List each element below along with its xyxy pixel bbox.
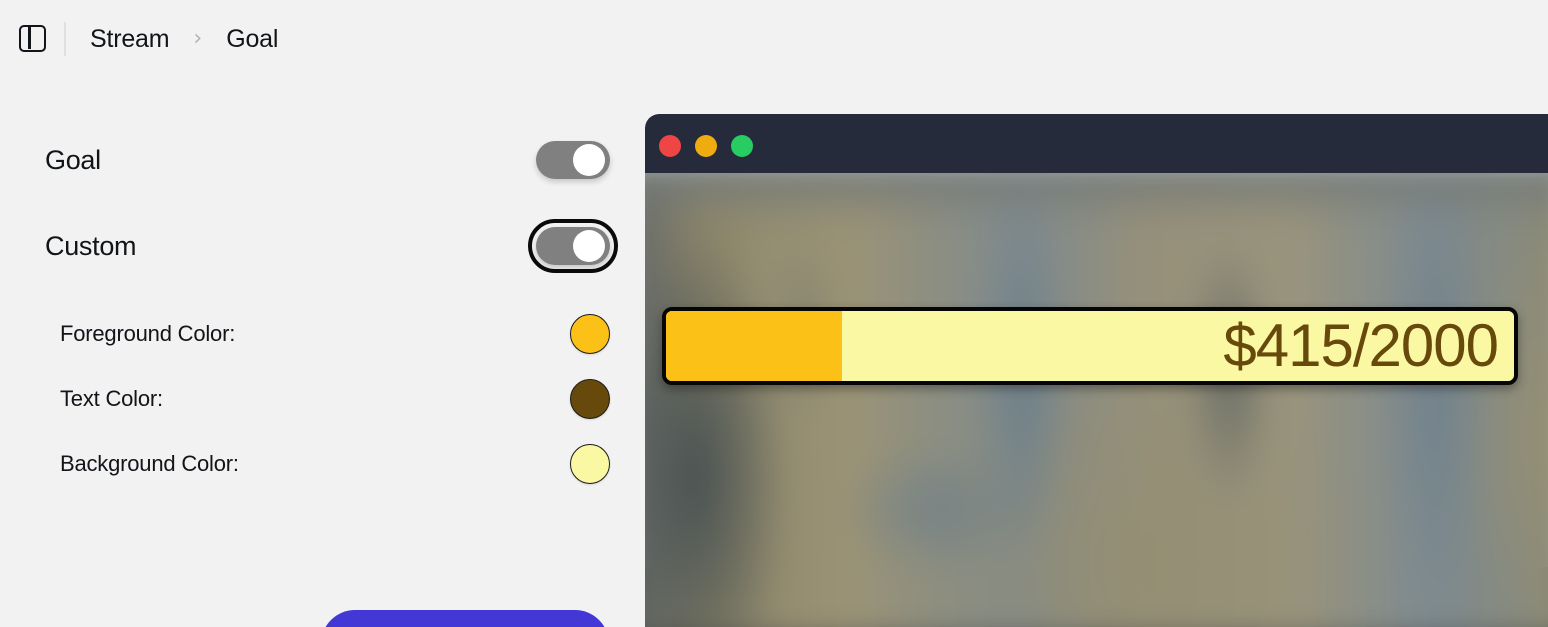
breadcrumb-item-goal[interactable]: Goal <box>226 22 278 56</box>
foreground-color-label: Foreground Color: <box>60 321 236 346</box>
breadcrumb: Stream › Goal <box>90 22 278 56</box>
sidebar-toggle-icon[interactable] <box>19 25 46 52</box>
background-color-label: Background Color: <box>60 451 239 476</box>
custom-label: Custom <box>45 230 137 261</box>
breadcrumb-item-stream[interactable]: Stream <box>90 22 170 56</box>
goal-progress-fill <box>666 311 842 381</box>
background-color-swatch[interactable] <box>570 444 610 484</box>
app-header: Stream › Goal <box>0 0 1548 80</box>
background-color-row: Background Color: <box>0 442 610 486</box>
text-color-row: Text Color: <box>0 377 610 421</box>
foreground-color-row: Foreground Color: <box>0 312 610 356</box>
preview-body: $415/2000 <box>645 173 1548 627</box>
foreground-color-swatch[interactable] <box>570 314 610 354</box>
minimize-window-icon[interactable] <box>695 135 717 157</box>
custom-setting-row: Custom <box>0 219 618 273</box>
goal-progress-label: $415/2000 <box>1223 312 1499 379</box>
custom-toggle-knob <box>573 230 605 262</box>
custom-toggle[interactable] <box>528 219 618 273</box>
goal-toggle[interactable] <box>536 141 610 179</box>
goal-label: Goal <box>45 144 101 175</box>
text-color-swatch[interactable] <box>570 379 610 419</box>
preview-background-image <box>645 173 1548 627</box>
chevron-right-icon: › <box>193 26 203 51</box>
goal-progress-bar: $415/2000 <box>662 307 1518 385</box>
close-window-icon[interactable] <box>659 135 681 157</box>
overlay-preview-window: $415/2000 <box>645 114 1548 627</box>
app-root: Stream › Goal Goal Custom Foreground Col… <box>0 0 1548 627</box>
settings-panel: Goal Custom Foreground Color: Text Color… <box>0 80 645 627</box>
copy-overlay-url-button[interactable]: Copy Overlay URL <box>321 610 609 627</box>
goal-setting-row: Goal <box>0 134 610 186</box>
header-divider <box>64 22 66 56</box>
maximize-window-icon[interactable] <box>731 135 753 157</box>
text-color-label: Text Color: <box>60 386 163 411</box>
goal-toggle-knob <box>573 144 605 176</box>
preview-titlebar <box>645 114 1548 173</box>
